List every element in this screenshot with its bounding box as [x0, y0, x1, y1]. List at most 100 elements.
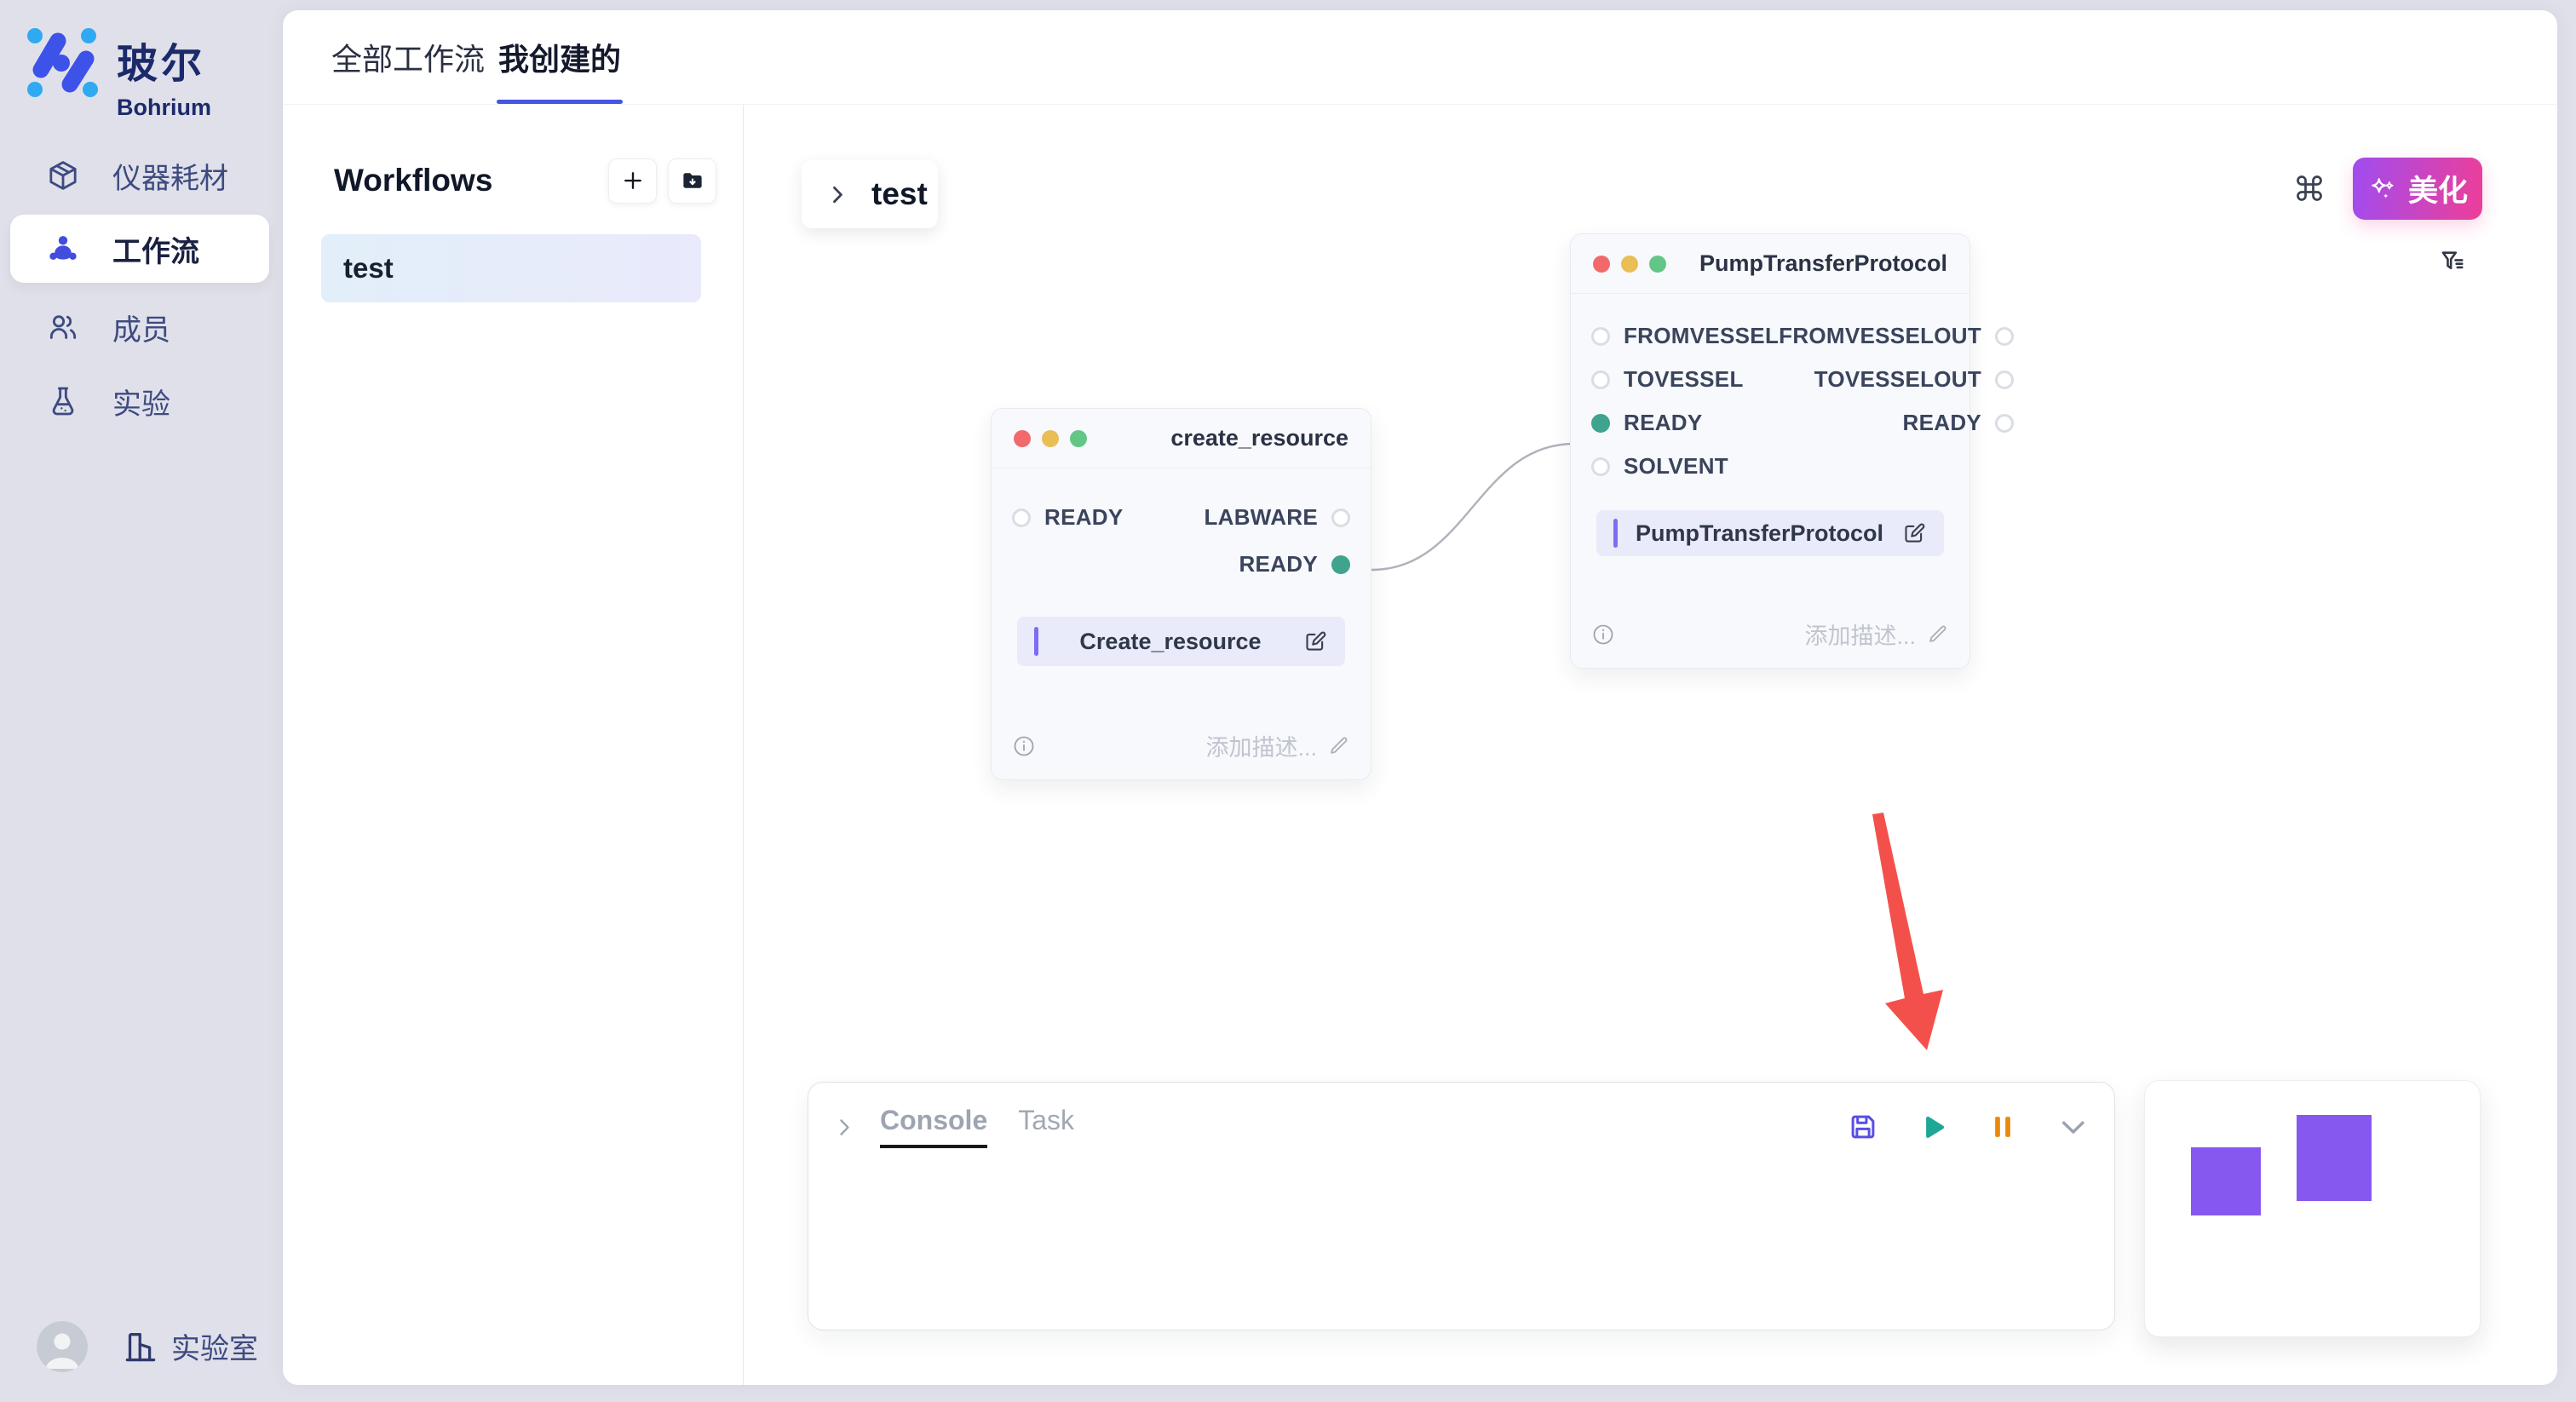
port-row: LABWARE [1204, 494, 1350, 541]
sidebar-item-experiments[interactable]: 实验 [10, 374, 269, 428]
minimap-node-rect [2191, 1147, 2261, 1215]
play-icon [1917, 1111, 1949, 1143]
output-port-ready[interactable] [1331, 555, 1350, 574]
port-label: FROMVESSELOUT [1779, 323, 1981, 349]
node-ports: FROMVESSEL TOVESSEL READY SOLVENT [1571, 294, 1969, 488]
building-icon [122, 1328, 159, 1365]
traffic-light-dots [1014, 430, 1087, 447]
package-box-icon [46, 158, 80, 192]
sidebar-item-label: 成员 [112, 307, 170, 348]
port-label: SOLVENT [1624, 453, 1728, 480]
sidebar-item-label: 仪器耗材 [112, 155, 228, 197]
brand-logo: 玻尔 Bohrium [27, 28, 211, 121]
chevron-right-icon[interactable] [832, 1115, 856, 1139]
port-label: LABWARE [1204, 504, 1318, 531]
input-port-solvent[interactable] [1591, 457, 1610, 476]
node-title: create_resource [1170, 425, 1348, 451]
port-row: SOLVENT [1591, 445, 1779, 488]
port-row: READY [1204, 541, 1350, 588]
workflow-canvas[interactable]: test 美化 [744, 105, 2557, 1385]
user-avatar[interactable] [37, 1321, 88, 1372]
action-label: PumpTransferProtocol [1618, 520, 1901, 547]
collapse-panel-button[interactable] [2056, 1111, 2089, 1143]
lab-switcher[interactable]: 实验室 [122, 1325, 258, 1367]
test-tube-icon [46, 384, 80, 418]
save-button[interactable] [1847, 1111, 1879, 1143]
sidebar-item-workflows[interactable]: 工作流 [10, 215, 269, 283]
yellow-dot-icon [1042, 430, 1059, 447]
lab-label: 实验室 [171, 1325, 258, 1367]
input-port-ready[interactable] [1591, 414, 1610, 433]
command-shortcuts-icon[interactable] [2294, 173, 2325, 204]
tab-console[interactable]: Console [880, 1105, 987, 1148]
green-dot-icon [1070, 430, 1087, 447]
node-footer: 添加描述... [1571, 618, 1969, 668]
sidebar-item-instruments[interactable]: 仪器耗材 [10, 148, 269, 203]
sidebar-item-label: 工作流 [112, 228, 199, 270]
port-label: TOVESSEL [1624, 366, 1744, 393]
input-port-fromvessel[interactable] [1591, 327, 1610, 346]
import-workflow-button[interactable] [668, 158, 716, 204]
info-icon[interactable] [1012, 734, 1036, 758]
node-action-button[interactable]: Create_resource [1017, 617, 1345, 666]
port-label: READY [1044, 504, 1124, 531]
run-button[interactable] [1917, 1111, 1949, 1143]
workflow-panel-header: Workflows [334, 152, 716, 209]
port-label: READY [1903, 410, 1982, 436]
add-workflow-button[interactable] [608, 158, 657, 204]
tab-all-workflows[interactable]: 全部工作流 [331, 10, 485, 104]
pause-button[interactable] [1987, 1111, 2019, 1143]
port-row: TOVESSEL [1591, 358, 1779, 401]
top-tabbar: 全部工作流 我创建的 [283, 10, 2557, 105]
tab-my-created[interactable]: 我创建的 [498, 10, 621, 104]
chevron-down-icon [2056, 1111, 2089, 1143]
node-action-button[interactable]: PumpTransferProtocol [1596, 510, 1944, 556]
workflows-title: Workflows [334, 163, 597, 198]
sidebar-item-members[interactable]: 成员 [10, 300, 269, 354]
bohrium-logo-icon [27, 28, 98, 98]
port-row: READY [1012, 494, 1124, 541]
description-placeholder: 添加描述... [1804, 618, 1916, 651]
output-port-ready[interactable] [1995, 414, 2014, 433]
add-description-field[interactable]: 添加描述... [1804, 618, 1949, 651]
pencil-icon [1327, 734, 1350, 757]
green-dot-icon [1649, 256, 1666, 273]
port-label: READY [1624, 410, 1703, 436]
sparkles-icon [2367, 174, 2398, 204]
breadcrumb-label: test [871, 176, 928, 212]
brand-title: 玻尔 [117, 30, 211, 89]
output-port-fromvesselout[interactable] [1995, 327, 2014, 346]
node-title: PumpTransferProtocol [1699, 250, 1947, 277]
edit-icon[interactable] [1302, 629, 1328, 654]
node-create-resource[interactable]: create_resource READY LABWARE [991, 408, 1371, 780]
description-placeholder: 添加描述... [1205, 729, 1317, 762]
port-row: FROMVESSEL [1591, 314, 1779, 358]
red-dot-icon [1014, 430, 1031, 447]
output-port-labware[interactable] [1331, 509, 1350, 527]
workflow-item-name: test [343, 252, 394, 284]
node-pump-transfer-protocol[interactable]: PumpTransferProtocol FROMVESSEL TOVESSEL [1570, 233, 1970, 669]
tab-task[interactable]: Task [1018, 1105, 1074, 1148]
output-port-tovesselout[interactable] [1995, 371, 2014, 389]
main-content-card: 全部工作流 我创建的 Workflows [283, 10, 2557, 1385]
info-icon[interactable] [1591, 623, 1615, 646]
pencil-icon [1926, 623, 1949, 646]
filter-icon[interactable] [2439, 248, 2468, 277]
port-label: TOVESSELOUT [1814, 366, 1981, 393]
console-header: Console Task [808, 1083, 2114, 1148]
app-screen: 玻尔 Bohrium 仪器耗材 工作流 [0, 0, 2576, 1402]
edit-icon[interactable] [1901, 520, 1927, 546]
sidebar: 玻尔 Bohrium 仪器耗材 工作流 [0, 0, 283, 1402]
node-header: create_resource [992, 409, 1371, 468]
minimap[interactable] [2144, 1080, 2481, 1337]
port-row: READY [1779, 401, 2014, 445]
port-label: FROMVESSEL [1624, 323, 1779, 349]
breadcrumb[interactable]: test [802, 160, 938, 228]
add-description-field[interactable]: 添加描述... [1205, 729, 1350, 762]
console-panel: Console Task [808, 1082, 2115, 1330]
input-port-ready[interactable] [1012, 509, 1031, 527]
beautify-button[interactable]: 美化 [2353, 158, 2482, 220]
port-row: TOVESSELOUT [1779, 358, 2014, 401]
input-port-tovessel[interactable] [1591, 371, 1610, 389]
workflow-list-item-test[interactable]: test [321, 234, 701, 302]
